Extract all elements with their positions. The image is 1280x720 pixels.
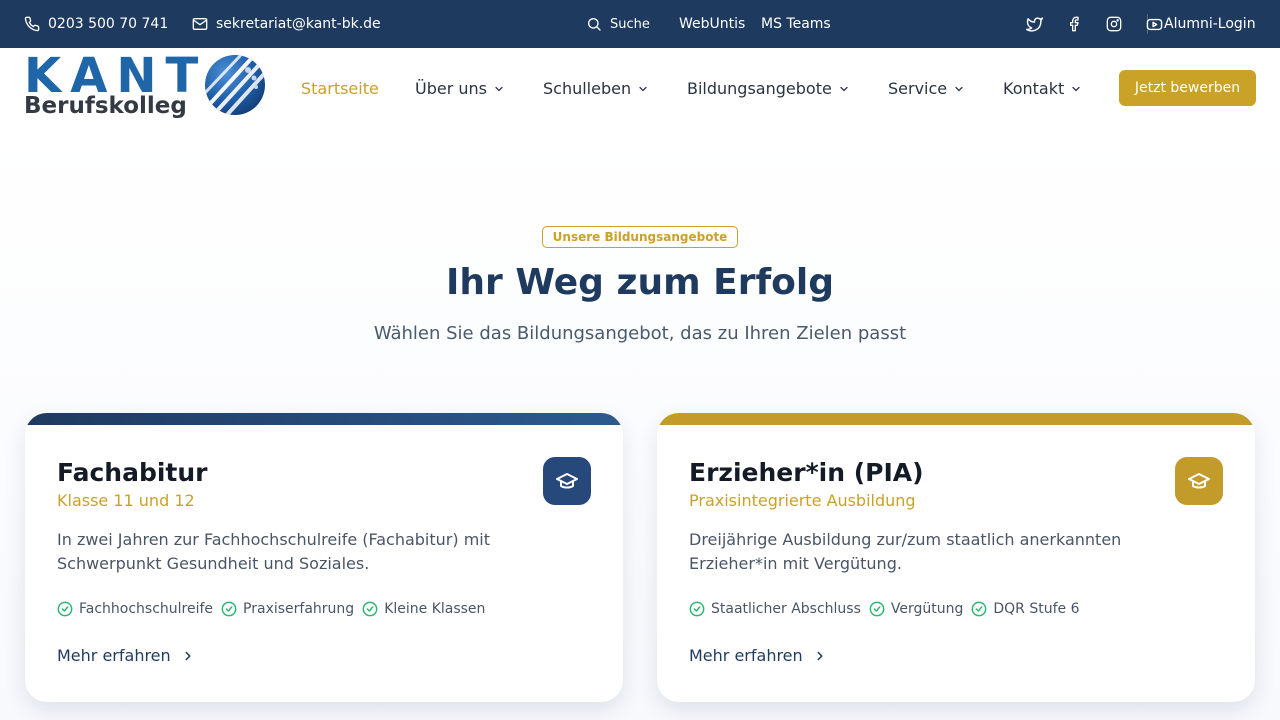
feature-label: Staatlicher Abschluss: [711, 601, 861, 617]
feature-label: Vergütung: [890, 601, 964, 617]
feature-item: Praxiserfahrung: [221, 601, 354, 617]
card-accent-bar: [25, 413, 623, 425]
chevron-right-icon: [817, 651, 823, 660]
logo-subtitle: Berufskolleg: [24, 93, 187, 119]
email-address: sekretariat@kant-bk.de: [216, 16, 381, 32]
nav-label: Service: [888, 78, 948, 98]
search-label: Suche: [610, 16, 650, 32]
card-features: Fachhochschulreife Praxiserfahrung Klein…: [57, 601, 485, 617]
twitter-icon[interactable]: [1018, 0, 1050, 48]
feature-item: Kleine Klassen: [362, 601, 485, 617]
nav-item-startseite[interactable]: Startseite: [301, 48, 379, 128]
main-header: KANT Berufskolleg Startseite Über uns Sc…: [0, 48, 1280, 128]
nav-label: Über uns: [415, 78, 487, 98]
nav-item-ueber-uns[interactable]: Über uns: [415, 48, 505, 128]
section-title: Ihr Weg zum Erfolg: [446, 262, 834, 303]
search-icon: [586, 16, 602, 32]
nav-item-kontakt[interactable]: Kontakt: [1003, 48, 1082, 128]
section-badge: Unsere Bildungsangebote: [542, 226, 738, 248]
phone-link[interactable]: 0203 500 70 741: [24, 0, 168, 48]
feature-item: Fachhochschulreife: [57, 601, 213, 617]
card-subtitle: Praxisintegrierte Ausbildung: [689, 491, 916, 510]
learn-more-link[interactable]: Mehr erfahren: [689, 646, 827, 665]
offer-card-erzieher-pia[interactable]: Erzieher*in (PIA) Praxisintegrierte Ausb…: [657, 413, 1255, 702]
email-link[interactable]: sekretariat@kant-bk.de: [192, 0, 381, 48]
check-circle-icon: [689, 601, 705, 617]
logo-globe-icon: [205, 55, 265, 115]
card-subtitle: Klasse 11 und 12: [57, 491, 195, 510]
feature-label: Fachhochschulreife: [79, 601, 214, 617]
feature-item: DQR Stufe 6: [971, 601, 1080, 617]
feature-label: DQR Stufe 6: [993, 601, 1080, 617]
kant-logo[interactable]: KANT Berufskolleg: [24, 50, 269, 124]
check-circle-icon: [221, 601, 237, 617]
ms-teams-link[interactable]: MS Teams: [761, 0, 831, 48]
webuntis-link[interactable]: WebUntis: [679, 0, 745, 48]
mail-icon: [192, 16, 208, 32]
nav-label: Startseite: [301, 78, 379, 98]
feature-item: Vergütung: [869, 601, 964, 617]
nav-label: Schulleben: [543, 78, 632, 98]
learn-more-label: Mehr erfahren: [57, 646, 171, 665]
offer-card-fachabitur[interactable]: Fachabitur Klasse 11 und 12 In zwei Jahr…: [25, 413, 623, 702]
section-subtitle: Wählen Sie das Bildungsangebot, das zu I…: [373, 323, 907, 344]
nav-label: Bildungsangebote: [687, 78, 832, 98]
topbar-divider: [1147, 14, 1148, 34]
instagram-icon[interactable]: [1098, 0, 1130, 48]
nav-label: Kontakt: [1003, 78, 1065, 98]
card-description: In zwei Jahren zur Fachhochschulreife (F…: [57, 530, 490, 573]
check-circle-icon: [971, 601, 987, 617]
nav-item-service[interactable]: Service: [888, 48, 965, 128]
check-circle-icon: [362, 601, 378, 617]
learn-more-link[interactable]: Mehr erfahren: [57, 646, 195, 665]
check-circle-icon: [869, 601, 885, 617]
alumni-login-link[interactable]: Alumni-Login: [1164, 0, 1256, 48]
phone-icon: [24, 16, 40, 32]
card-accent-bar: [657, 413, 1255, 425]
feature-label: Praxiserfahrung: [243, 601, 355, 617]
graduation-cap-icon: [543, 457, 591, 505]
chevron-down-icon: [955, 86, 963, 92]
chevron-right-icon: [185, 651, 191, 660]
nav-item-bildungsangebote[interactable]: Bildungsangebote: [687, 48, 850, 128]
learn-more-label: Mehr erfahren: [689, 646, 803, 665]
search-button[interactable]: Suche: [586, 0, 650, 48]
chevron-down-icon: [639, 86, 647, 92]
graduation-cap-icon: [1175, 457, 1223, 505]
education-offers-section: Unsere Bildungsangebote Ihr Weg zum Erfo…: [0, 128, 1280, 720]
apply-now-button[interactable]: Jetzt bewerben: [1119, 70, 1256, 106]
chevron-down-icon: [1072, 86, 1080, 92]
check-circle-icon: [57, 601, 73, 617]
chevron-down-icon: [495, 86, 503, 92]
feature-item: Staatlicher Abschluss: [689, 601, 861, 617]
phone-number: 0203 500 70 741: [48, 16, 169, 32]
nav-item-schulleben[interactable]: Schulleben: [543, 48, 649, 128]
card-title: Erzieher*in (PIA): [689, 458, 924, 487]
top-bar: 0203 500 70 741 sekretariat@kant-bk.de S…: [0, 0, 1280, 48]
feature-label: Kleine Klassen: [384, 601, 486, 617]
card-title: Fachabitur: [57, 458, 208, 487]
card-description: Dreijährige Ausbildung zur/zum staatlich…: [689, 530, 1122, 573]
chevron-down-icon: [840, 86, 848, 92]
facebook-icon[interactable]: [1058, 0, 1090, 48]
card-features: Staatlicher Abschluss Vergütung DQR Stuf…: [689, 601, 1080, 617]
